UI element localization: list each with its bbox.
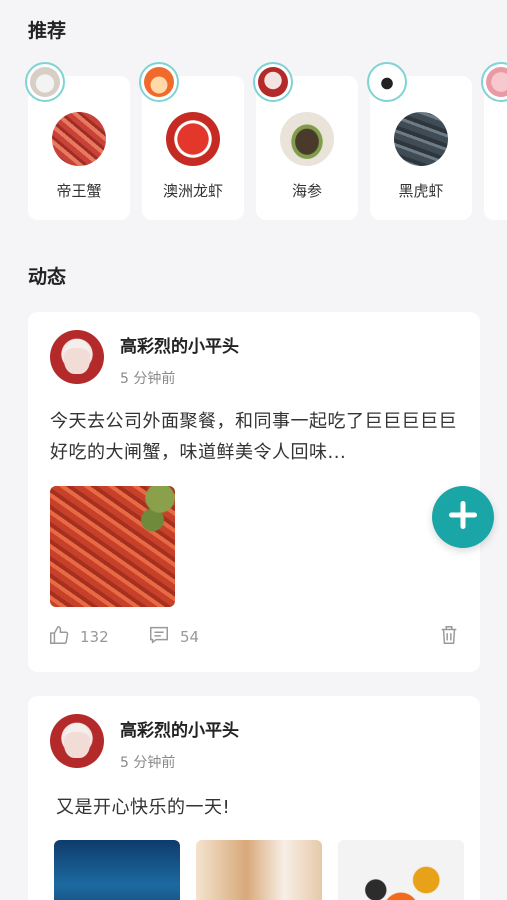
recommend-item-sea-cucumber[interactable]: 海参	[253, 62, 358, 220]
comment-icon	[148, 624, 170, 650]
recommend-list: 帝王蟹 澳洲龙虾 海参 黑虎虾	[0, 62, 507, 222]
recommend-item-more[interactable]	[481, 62, 507, 220]
post-author-name[interactable]: 高彩烈的小平头	[120, 716, 239, 741]
post-card: 高彩烈的小平头 5 分钟前 今天去公司外面聚餐，和同事一起吃了巨巨巨巨巨好吃的大…	[28, 312, 480, 672]
trash-icon	[438, 624, 460, 650]
post-image[interactable]	[338, 840, 464, 900]
thumbs-up-icon	[48, 624, 70, 650]
anime-girl-avatar-icon	[253, 62, 293, 102]
dog-avatar-icon	[25, 62, 65, 102]
post-text: 今天去公司外面聚餐，和同事一起吃了巨巨巨巨巨好吃的大闸蟹，味道鲜美令人回味...	[50, 411, 457, 463]
like-button[interactable]: 132	[48, 624, 109, 650]
sea-cucumber-thumbnail	[280, 112, 334, 166]
lobster-thumbnail	[166, 112, 220, 166]
post-timestamp: 5 分钟前	[120, 755, 176, 771]
recommend-item-tiger-prawn[interactable]: 黑虎虾	[367, 62, 472, 220]
post-text: 又是开心快乐的一天!	[56, 797, 231, 818]
recommend-title: 推荐	[28, 20, 67, 42]
recommend-item-lobster[interactable]: 澳洲龙虾	[139, 62, 244, 220]
pink-avatar-icon	[481, 62, 507, 102]
recommend-item-king-crab[interactable]: 帝王蟹	[25, 62, 130, 220]
comment-count: 54	[180, 628, 200, 646]
penguin-avatar-icon	[367, 62, 407, 102]
post-image-grid	[54, 840, 474, 900]
recommend-item-label: 黑虎虾	[398, 182, 444, 200]
avatar[interactable]	[50, 330, 104, 384]
post-image[interactable]	[196, 840, 322, 900]
avatar[interactable]	[50, 714, 104, 768]
feed-title: 动态	[28, 266, 67, 288]
post-timestamp: 5 分钟前	[120, 371, 176, 387]
cartoon-avatar-icon	[139, 62, 179, 102]
recommend-item-label: 澳洲龙虾	[162, 182, 223, 200]
post-image[interactable]	[54, 840, 180, 900]
king-crab-thumbnail	[52, 112, 106, 166]
recommend-item-label: 海参	[291, 182, 322, 200]
tiger-prawn-thumbnail	[394, 112, 448, 166]
add-post-button[interactable]	[432, 486, 494, 548]
like-count: 132	[80, 628, 109, 646]
post-actions: 132 54	[48, 624, 460, 652]
comment-button[interactable]: 54	[148, 624, 199, 650]
recommend-item-label: 帝王蟹	[56, 182, 102, 200]
plus-icon	[446, 498, 480, 536]
post-card: 高彩烈的小平头 5 分钟前 又是开心快乐的一天!	[28, 696, 480, 900]
post-image[interactable]	[50, 486, 175, 607]
delete-button[interactable]	[438, 624, 460, 650]
post-author-name[interactable]: 高彩烈的小平头	[120, 332, 239, 357]
